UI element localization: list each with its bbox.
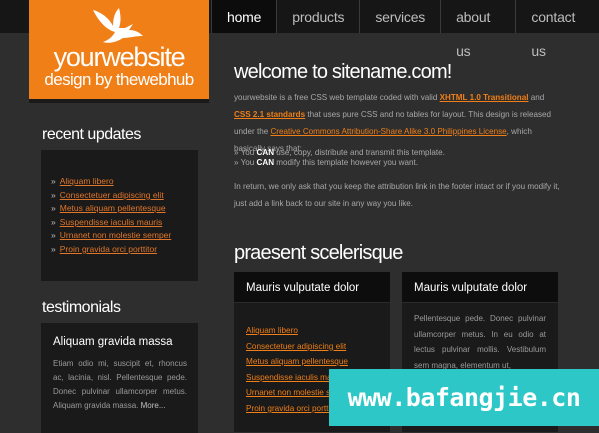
recent-updates-heading: recent updates — [42, 126, 141, 143]
testimonial-body: Etiam odio mi, suscipit et, rhoncus ac, … — [53, 359, 187, 410]
site-logo[interactable]: yourwebsite design by thewebhub — [29, 0, 209, 99]
xhtml-link[interactable]: XHTML 1.0 Transitional — [440, 93, 529, 102]
list-item: Consectetuer adipiscing elit — [51, 189, 198, 203]
bullet-text: modify this template however you want. — [274, 158, 419, 167]
list-item: Proin gravida orci porttitor — [51, 243, 198, 257]
list-item: Metus aliquam pellentesque — [51, 202, 198, 216]
recent-update-link[interactable]: Aliquam libero — [60, 176, 114, 186]
feature-link[interactable]: Consectetuer adipiscing elit — [246, 342, 346, 351]
recent-updates-list: Aliquam libero Consectetuer adipiscing e… — [41, 150, 198, 257]
return-paragraph: In return, we only ask that you keep the… — [234, 182, 560, 208]
bullet-prefix: » You — [234, 158, 257, 167]
feature-link[interactable]: Aliquam libero — [246, 326, 298, 335]
license-link[interactable]: Creative Commons Attribution-Share Alike… — [270, 127, 506, 136]
list-item: Suspendisse iaculis mauris — [51, 216, 198, 230]
recent-updates-box: Aliquam libero Consectetuer adipiscing e… — [41, 150, 198, 281]
bullet-item: » You CAN modify this template however y… — [234, 158, 418, 168]
logo-subtitle: design by thewebhub — [44, 70, 194, 89]
bullet-text: use, copy, distribute and transmit this … — [274, 148, 445, 157]
feature-box-body: Pellentesque pede. Donec pulvinar ullamc… — [414, 314, 546, 370]
nav-about-us[interactable]: about us — [440, 0, 515, 59]
testimonial-box: Aliquam gravida massa Etiam odio mi, sus… — [41, 323, 198, 433]
section-heading: praesent scelerisque — [234, 242, 403, 264]
testimonials-heading: testimonials — [42, 299, 121, 316]
recent-update-link[interactable]: Proin gravida orci porttitor — [60, 244, 157, 254]
intro-text: yourwebsite is a free CSS web template c… — [234, 93, 440, 102]
welcome-heading: welcome to sitename.com! — [234, 61, 452, 83]
bullet-prefix: » You — [234, 148, 257, 157]
feature-box-title: Mauris vulputate dolor — [402, 272, 558, 303]
intro-paragraph: yourwebsite is a free CSS web template c… — [234, 89, 560, 157]
nav-home[interactable]: home — [211, 0, 277, 33]
list-item: Urnanet non molestie semper — [51, 229, 198, 243]
testimonial-title: Aliquam gravida massa — [53, 336, 173, 348]
nav-contact-us[interactable]: contact us — [515, 0, 599, 59]
nav-services[interactable]: services — [359, 0, 440, 33]
list-item: Aliquam libero — [51, 175, 198, 189]
bullet-item: » You CAN use, copy, distribute and tran… — [234, 148, 445, 158]
main-nav: home products services about us contact … — [211, 0, 599, 59]
watermark-banner: www.bafangjie.cn — [329, 369, 599, 426]
logo-title: yourwebsite — [53, 42, 186, 72]
intro-text: and — [528, 93, 545, 102]
css-link[interactable]: CSS 2.1 standards — [234, 110, 305, 119]
bullet-strong: CAN — [256, 148, 275, 157]
feature-link[interactable]: Proin gravida orci porttitor — [246, 404, 340, 413]
bullet-strong: CAN — [256, 158, 275, 167]
recent-update-link[interactable]: Consectetuer adipiscing elit — [60, 190, 164, 200]
testimonial-text: Etiam odio mi, suscipit et, rhoncus ac, … — [53, 357, 187, 413]
list-item: Aliquam libero — [246, 323, 390, 339]
nav-products[interactable]: products — [276, 0, 359, 33]
recent-update-link[interactable]: Urnanet non molestie semper — [60, 230, 172, 240]
list-item: Metus aliquam pellentesque — [246, 354, 390, 370]
feature-box-title: Mauris vulputate dolor — [234, 272, 390, 303]
feature-link[interactable]: Metus aliquam pellentesque — [246, 357, 348, 366]
list-item: Consectetuer adipiscing elit — [246, 339, 390, 355]
recent-update-link[interactable]: Metus aliquam pellentesque — [60, 203, 166, 213]
recent-update-link[interactable]: Suspendisse iaculis mauris — [60, 217, 163, 227]
more-link[interactable]: More... — [141, 401, 166, 410]
